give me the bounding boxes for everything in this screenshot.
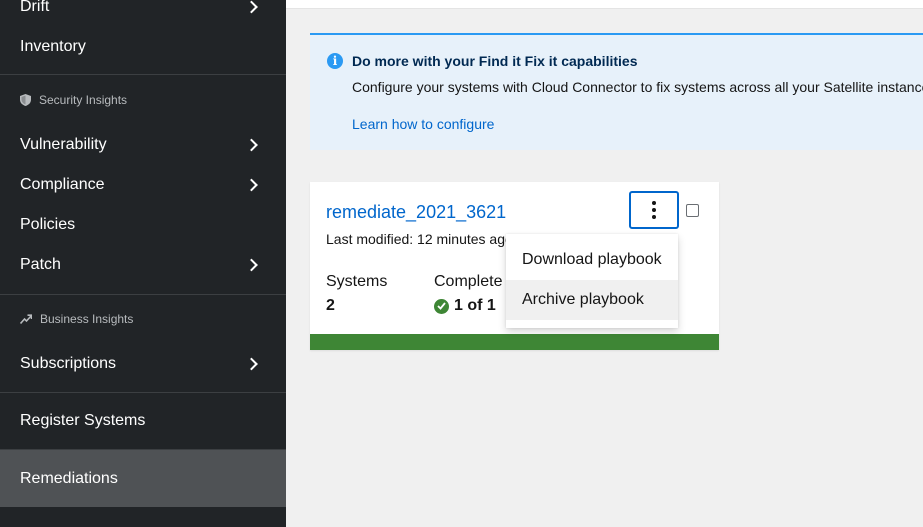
alert-body: Configure your systems with Cloud Connec… [352, 79, 923, 95]
info-alert: i Do more with your Find it Fix it capab… [310, 33, 923, 150]
divider [0, 74, 286, 75]
chevron-right-icon [245, 178, 258, 192]
remediation-title-link[interactable]: remediate_2021_3621 [326, 202, 506, 223]
learn-how-link[interactable]: Learn how to configure [352, 116, 494, 132]
select-checkbox[interactable] [686, 204, 699, 217]
sidebar-item-remediations[interactable]: Remediations [0, 450, 286, 507]
trend-arrow-icon [20, 314, 32, 324]
systems-value: 2 [326, 297, 335, 315]
sidebar-nav: Drift Inventory Security Insights Vulner… [0, 0, 286, 527]
chevron-right-icon [245, 0, 258, 14]
sidebar-item-register-systems[interactable]: Register Systems [0, 401, 286, 441]
sidebar-item-label: Policies [20, 216, 76, 233]
download-playbook-menu-item[interactable]: Download playbook [506, 240, 678, 280]
complete-count: 1 of 1 [454, 297, 496, 314]
kebab-dot [652, 215, 656, 219]
sidebar-item-label: Vulnerability [20, 136, 107, 153]
systems-count: 2 [326, 297, 335, 314]
sidebar-item-label: Compliance [20, 176, 105, 193]
kebab-dot [652, 208, 656, 212]
alert-title: Do more with your Find it Fix it capabil… [352, 53, 638, 69]
sidebar-item-policies[interactable]: Policies [0, 205, 286, 245]
chevron-right-icon [245, 258, 258, 272]
sidebar-item-inventory[interactable]: Inventory [0, 27, 286, 67]
systems-label: Systems [326, 273, 388, 290]
kebab-menu-button[interactable] [629, 191, 679, 229]
archive-playbook-menu-item[interactable]: Archive playbook [506, 280, 678, 320]
main-content: i Do more with your Find it Fix it capab… [286, 0, 923, 527]
sidebar-item-label: Remediations [20, 469, 118, 487]
page-header [286, 0, 923, 9]
sidebar-item-vulnerability[interactable]: Vulnerability [0, 125, 286, 165]
complete-value: 1 of 1 [434, 297, 496, 315]
chevron-right-icon [245, 357, 258, 371]
complete-label: Complete [434, 273, 503, 290]
progress-bar [310, 334, 719, 350]
sidebar-item-label: Register Systems [20, 412, 146, 429]
sidebar-item-subscriptions[interactable]: Subscriptions [0, 344, 286, 384]
sidebar-item-patch[interactable]: Patch [0, 245, 286, 285]
kebab-dot [652, 201, 656, 205]
check-circle-icon [434, 298, 449, 314]
last-modified-text: Last modified: 12 minutes ago [326, 231, 513, 247]
shield-icon [20, 94, 31, 106]
sidebar-item-label: Subscriptions [20, 355, 117, 372]
section-label: Business Insights [40, 312, 134, 326]
sidebar-item-label: Inventory [20, 38, 86, 55]
section-title-security: Security Insights [20, 93, 127, 107]
sidebar-item-compliance[interactable]: Compliance [0, 165, 286, 205]
sidebar-item-label: Patch [20, 256, 61, 273]
chevron-right-icon [245, 138, 258, 152]
divider [0, 392, 286, 393]
divider [0, 294, 286, 295]
info-icon: i [327, 53, 343, 69]
sidebar-item-drift[interactable]: Drift [0, 0, 286, 27]
sidebar-item-label: Drift [20, 0, 50, 15]
section-title-business: Business Insights [20, 312, 133, 326]
kebab-dropdown-menu: Download playbook Archive playbook [506, 234, 678, 328]
section-label: Security Insights [39, 93, 128, 107]
